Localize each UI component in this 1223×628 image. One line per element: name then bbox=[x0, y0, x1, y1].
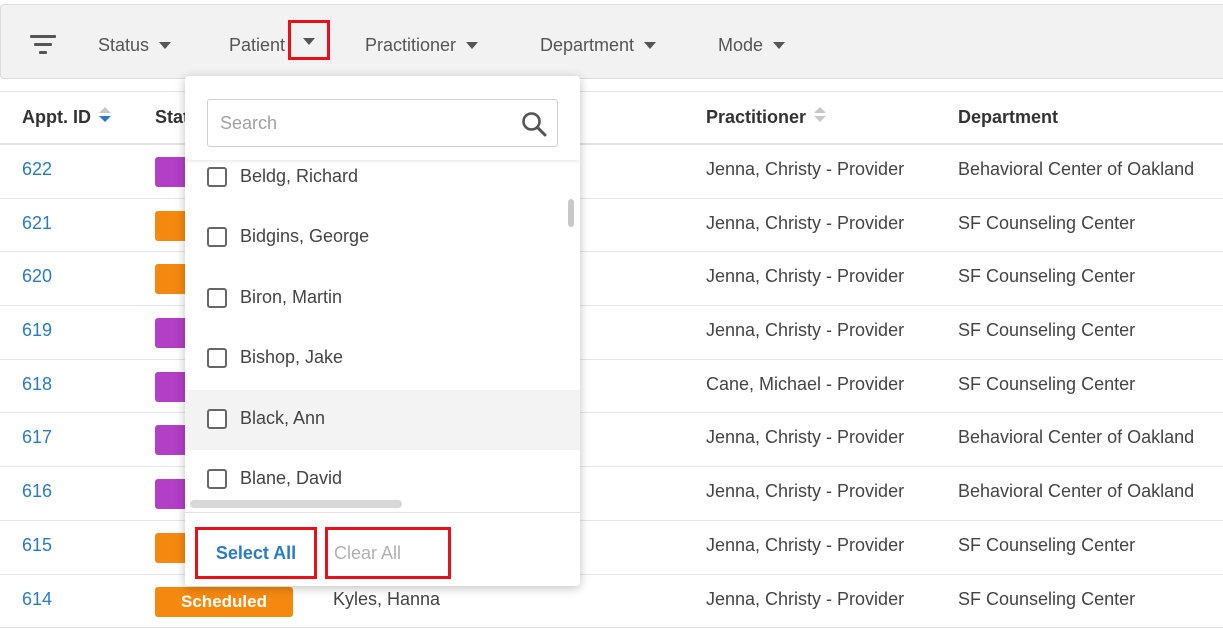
appt-id-link[interactable]: 619 bbox=[22, 320, 52, 341]
checkbox[interactable] bbox=[207, 288, 227, 308]
horizontal-scrollbar[interactable] bbox=[190, 500, 402, 508]
patient-option-label: Biron, Martin bbox=[240, 287, 342, 308]
table-row[interactable]: 620SJenna, Christy - ProviderSF Counseli… bbox=[0, 252, 1223, 306]
table-row[interactable]: 619CJenna, Christy - ProviderSF Counseli… bbox=[0, 306, 1223, 360]
search-input[interactable] bbox=[207, 99, 558, 147]
appt-id-link[interactable]: 617 bbox=[22, 427, 52, 448]
table-row[interactable]: 621SJenna, Christy - ProviderSF Counseli… bbox=[0, 199, 1223, 253]
header-practitioner-label: Practitioner bbox=[706, 107, 806, 127]
checkbox[interactable] bbox=[207, 469, 227, 489]
patient-option[interactable]: Bishop, Jake bbox=[185, 329, 580, 389]
select-all-button[interactable]: Select All bbox=[195, 527, 317, 579]
patient-option-label: Beldg, Richard bbox=[240, 166, 358, 187]
table-body: 622CJenna, Christy - ProviderBehavioral … bbox=[0, 145, 1223, 628]
dropdown-footer: Select All Clear All bbox=[185, 512, 580, 586]
chevron-down-icon bbox=[466, 42, 478, 49]
status-filter[interactable]: Status bbox=[98, 33, 171, 57]
checkbox[interactable] bbox=[207, 409, 227, 429]
department-filter[interactable]: Department bbox=[540, 33, 656, 57]
dropdown-search-area bbox=[185, 76, 580, 160]
department-cell: SF Counseling Center bbox=[958, 589, 1135, 610]
department-cell: Behavioral Center of Oakland bbox=[958, 427, 1194, 448]
table-row[interactable]: 617CJenna, Christy - ProviderBehavioral … bbox=[0, 413, 1223, 467]
header-appt-id[interactable]: Appt. ID bbox=[22, 107, 111, 128]
appt-id-link[interactable]: 614 bbox=[22, 589, 52, 610]
department-cell: Behavioral Center of Oakland bbox=[958, 481, 1194, 502]
chevron-down-icon bbox=[773, 42, 785, 49]
practitioner-filter-label: Practitioner bbox=[365, 35, 456, 55]
header-department-label: Department bbox=[958, 107, 1058, 127]
practitioner-cell: Jenna, Christy - Provider bbox=[706, 481, 904, 502]
chevron-down-icon bbox=[159, 42, 171, 49]
patient-option-label: Bidgins, George bbox=[240, 226, 369, 247]
practitioner-cell: Jenna, Christy - Provider bbox=[706, 535, 904, 556]
practitioner-cell: Cane, Michael - Provider bbox=[706, 374, 904, 395]
patient-options-list: Beldg, Richard Bidgins, George Biron, Mart… bbox=[185, 160, 580, 512]
header-practitioner[interactable]: Practitioner bbox=[706, 107, 826, 128]
department-cell: SF Counseling Center bbox=[958, 213, 1135, 234]
patient-filter-label: Patient bbox=[229, 35, 285, 55]
checkbox[interactable] bbox=[207, 348, 227, 368]
clear-all-button[interactable]: Clear All bbox=[325, 527, 451, 579]
appt-id-link[interactable]: 618 bbox=[22, 374, 52, 395]
table-row[interactable]: 614 Scheduled Kyles, Hanna Jenna, Christy -… bbox=[0, 575, 1223, 628]
department-cell: SF Counseling Center bbox=[958, 320, 1135, 341]
patient-option[interactable]: Bidgins, George bbox=[185, 208, 580, 268]
status-badge: Scheduled bbox=[155, 587, 293, 617]
chevron-down-icon bbox=[644, 42, 656, 49]
table-header: Appt. ID Status Practitioner Department bbox=[0, 91, 1223, 145]
department-filter-label: Department bbox=[540, 35, 634, 55]
appt-id-link[interactable]: 615 bbox=[22, 535, 52, 556]
appointments-table: Appt. ID Status Practitioner Department … bbox=[0, 91, 1223, 628]
checkbox[interactable] bbox=[207, 167, 227, 187]
patient-filter-dropdown: Beldg, Richard Bidgins, George Biron, Mart… bbox=[185, 76, 580, 586]
filter-icon[interactable] bbox=[30, 33, 56, 55]
mode-filter[interactable]: Mode bbox=[718, 33, 785, 57]
practitioner-cell: Jenna, Christy - Provider bbox=[706, 266, 904, 287]
mode-filter-label: Mode bbox=[718, 35, 763, 55]
patient-filter-toggle[interactable] bbox=[288, 20, 330, 60]
department-cell: Behavioral Center of Oakland bbox=[958, 159, 1194, 180]
sort-icon[interactable] bbox=[814, 107, 826, 125]
appt-id-link[interactable]: 616 bbox=[22, 481, 52, 502]
sort-icon[interactable] bbox=[99, 107, 111, 125]
header-department[interactable]: Department bbox=[958, 107, 1058, 128]
patient-option[interactable]: Black, Ann bbox=[185, 390, 580, 450]
practitioner-cell: Jenna, Christy - Provider bbox=[706, 159, 904, 180]
department-cell: SF Counseling Center bbox=[958, 374, 1135, 395]
practitioner-filter[interactable]: Practitioner bbox=[365, 33, 478, 57]
appt-id-link[interactable]: 622 bbox=[22, 159, 52, 180]
department-cell: SF Counseling Center bbox=[958, 535, 1135, 556]
patient-filter[interactable]: Patient bbox=[229, 33, 285, 57]
appt-id-link[interactable]: 621 bbox=[22, 213, 52, 234]
status-filter-label: Status bbox=[98, 35, 149, 55]
department-cell: SF Counseling Center bbox=[958, 266, 1135, 287]
practitioner-cell: Jenna, Christy - Provider bbox=[706, 320, 904, 341]
patient-cell: Kyles, Hanna bbox=[333, 589, 440, 610]
table-row[interactable]: 618CCane, Michael - ProviderSF Counselin… bbox=[0, 360, 1223, 414]
search-icon[interactable] bbox=[521, 111, 547, 137]
header-appt-id-label: Appt. ID bbox=[22, 107, 91, 127]
patient-option-label: Black, Ann bbox=[240, 408, 325, 429]
checkbox[interactable] bbox=[207, 227, 227, 247]
practitioner-cell: Jenna, Christy - Provider bbox=[706, 427, 904, 448]
patient-option-label: Bishop, Jake bbox=[240, 347, 343, 368]
practitioner-cell: Jenna, Christy - Provider bbox=[706, 589, 904, 610]
vertical-scrollbar[interactable] bbox=[568, 199, 574, 227]
patient-option[interactable]: Biron, Martin bbox=[185, 269, 580, 329]
table-row[interactable]: 622CJenna, Christy - ProviderBehavioral … bbox=[0, 145, 1223, 199]
table-row[interactable]: 615SJenna, Christy - ProviderSF Counseli… bbox=[0, 521, 1223, 575]
practitioner-cell: Jenna, Christy - Provider bbox=[706, 213, 904, 234]
patient-option-label: Blane, David bbox=[240, 468, 342, 489]
filter-bar: Status Patient Practitioner Department M… bbox=[0, 4, 1223, 79]
table-row[interactable]: 616CJenna, Christy - ProviderBehavioral … bbox=[0, 467, 1223, 521]
patient-option[interactable]: Beldg, Richard bbox=[185, 160, 580, 208]
appt-id-link[interactable]: 620 bbox=[22, 266, 52, 287]
chevron-down-icon bbox=[303, 38, 315, 45]
